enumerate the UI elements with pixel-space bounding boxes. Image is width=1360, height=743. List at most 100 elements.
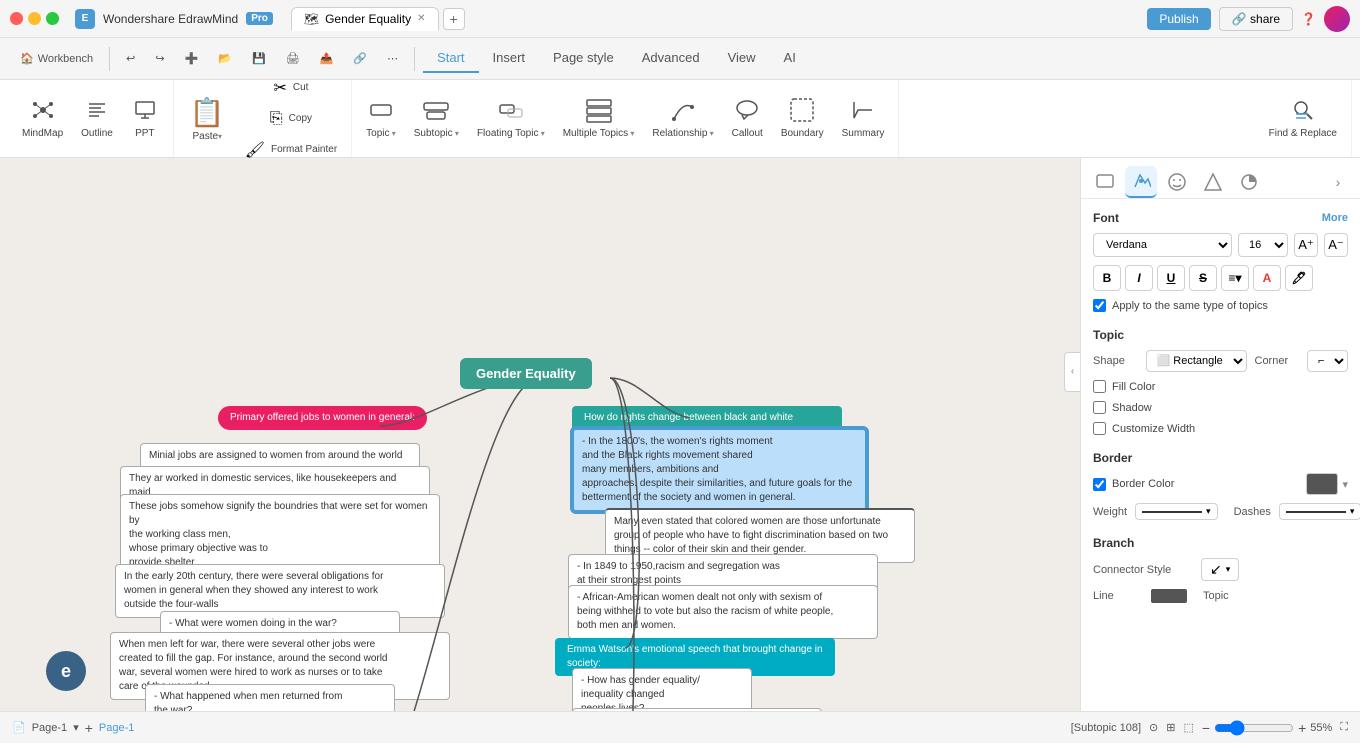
corner-select[interactable]: ⌐ [1307,350,1348,372]
tab-advanced[interactable]: Advanced [628,44,714,73]
new-tab-button[interactable]: + [443,8,465,30]
text-highlight-button[interactable]: 🖊 [1285,265,1313,291]
ppt-button[interactable]: PPT [123,94,167,144]
active-tab[interactable]: 🗺 Gender Equality ✕ [291,7,439,31]
align-button[interactable]: ≡▾ [1221,265,1249,291]
border-color-dropdown[interactable]: ▾ [1342,478,1348,491]
find-replace-button[interactable]: Find & Replace [1261,93,1345,144]
font-size-increase[interactable]: A⁺ [1294,233,1318,257]
new-button[interactable]: ➕ [177,48,207,69]
page-dropdown[interactable]: ▾ [73,721,79,734]
panel-tab-format[interactable] [1089,166,1121,198]
share-toolbar-button[interactable]: 🔗 [345,48,375,69]
border-color-swatch[interactable] [1306,473,1338,495]
subtopic-button[interactable]: Subtopic ▾ [406,93,467,144]
pro-badge: Pro [246,12,273,25]
font-more-link[interactable]: More [1322,212,1348,224]
publish-button[interactable]: Publish [1147,8,1210,30]
topic-button[interactable]: Topic ▾ [358,93,404,144]
full-screen-icon[interactable]: ⬚ [1183,721,1193,734]
callout-button[interactable]: Callout [724,93,771,144]
cut-button[interactable]: ✂ Cut [237,74,345,102]
panel-tab-style[interactable] [1125,166,1157,198]
callout-icon [734,97,760,126]
panel-tab-theme[interactable] [1233,166,1265,198]
outline-icon [85,98,109,126]
export-button[interactable]: 📤 [312,48,342,69]
help-icon[interactable]: ❓ [1301,12,1316,26]
zoom-slider[interactable] [1214,720,1294,736]
tab-close-button[interactable]: ✕ [417,13,425,24]
node-1800s[interactable]: - In the 1800's, the women's rights mome… [572,428,867,512]
bold-button[interactable]: B [1093,265,1121,291]
relationship-button[interactable]: Relationship ▾ [644,93,721,144]
paste-button[interactable]: 📋 Paste▾ [180,92,235,146]
tab-ai[interactable]: AI [770,44,810,73]
italic-button[interactable]: I [1125,265,1153,291]
tab-view[interactable]: View [714,44,770,73]
add-page-button[interactable]: + [85,720,93,736]
fit-page-icon[interactable]: ⊙ [1149,721,1158,734]
node-obligations[interactable]: In the early 20th century, there were se… [115,564,445,618]
font-size-decrease[interactable]: A⁻ [1324,233,1348,257]
canvas[interactable]: Gender Equality Primary offered jobs to … [0,158,1080,711]
font-size-select[interactable]: 16 [1238,233,1288,257]
tab-start[interactable]: Start [423,44,478,73]
node-primary-jobs[interactable]: Primary offered jobs to women in general… [218,406,427,430]
maximize-button[interactable] [46,12,59,25]
fill-color-checkbox[interactable] [1093,380,1106,393]
undo-button[interactable]: ↩ [118,48,143,69]
title-right: Publish 🔗 share ❓ [1147,6,1350,32]
boundary-button[interactable]: Boundary [773,93,832,144]
multiple-topics-button[interactable]: Multiple Topics ▾ [555,93,643,144]
zoom-plus-button[interactable]: + [1298,720,1306,736]
font-family-select[interactable]: Verdana [1093,233,1232,257]
close-button[interactable] [10,12,23,25]
zoom-minus-button[interactable]: − [1202,720,1210,736]
relationship-label: Relationship ▾ [652,128,713,140]
redo-button[interactable]: ↪ [147,48,172,69]
font-color-button[interactable]: A [1253,265,1281,291]
page-label: Page-1 [32,722,67,734]
line-color-swatch[interactable] [1151,589,1187,603]
print-button[interactable]: 🖨 [278,48,308,69]
panel-tab-shapes[interactable] [1197,166,1229,198]
workbench-button[interactable]: 🏠 Workbench [12,48,101,69]
node-affects-men[interactable]: - Gender equality affects not onlywomen,… [572,708,822,711]
copy-button[interactable]: ⎘ Copy [237,106,345,132]
save-button[interactable]: 💾 [244,48,274,69]
root-node[interactable]: Gender Equality [460,358,592,389]
border-color-checkbox[interactable] [1093,478,1106,491]
apply-same-checkbox[interactable] [1093,299,1106,312]
shape-select[interactable]: ⬜ Rectangle [1146,350,1247,372]
tab-insert[interactable]: Insert [479,44,540,73]
mindmap-button[interactable]: MindMap [14,94,71,144]
weight-select[interactable]: ▾ [1135,503,1218,520]
open-icon: 📂 [218,52,232,65]
tab-page-style[interactable]: Page style [539,44,628,73]
strikethrough-button[interactable]: S [1189,265,1217,291]
share-button[interactable]: 🔗 share [1219,7,1293,31]
more-button[interactable]: ⋯ [379,48,406,69]
customize-width-checkbox[interactable] [1093,422,1106,435]
outline-button[interactable]: Outline [73,94,121,144]
node-men-returned[interactable]: - What happened when men returned fromth… [145,684,395,711]
user-avatar[interactable] [1324,6,1350,32]
floating-topic-button[interactable]: Floating Topic ▾ [469,93,553,144]
underline-button[interactable]: U [1157,265,1185,291]
node-how-changed[interactable]: - How has gender equality/inequality cha… [572,668,752,711]
shadow-checkbox[interactable] [1093,401,1106,414]
panel-expand-button[interactable]: › [1324,168,1352,196]
connector-style-select[interactable]: ↙ ▾ [1201,558,1239,581]
fullscreen-button[interactable]: ⛶ [1340,721,1348,734]
open-button[interactable]: 📂 [210,48,240,69]
summary-button[interactable]: Summary [834,93,893,144]
grid-view-icon[interactable]: ⊞ [1166,721,1175,734]
minimize-button[interactable] [28,12,41,25]
weight-label: Weight [1093,506,1127,518]
node-african-american[interactable]: - African-American women dealt not only … [568,585,878,639]
separator2 [414,47,415,71]
panel-tab-emoji[interactable] [1161,166,1193,198]
dashes-select[interactable]: ▾ [1279,503,1360,520]
panel-collapse-button[interactable]: ‹ [1064,352,1080,392]
